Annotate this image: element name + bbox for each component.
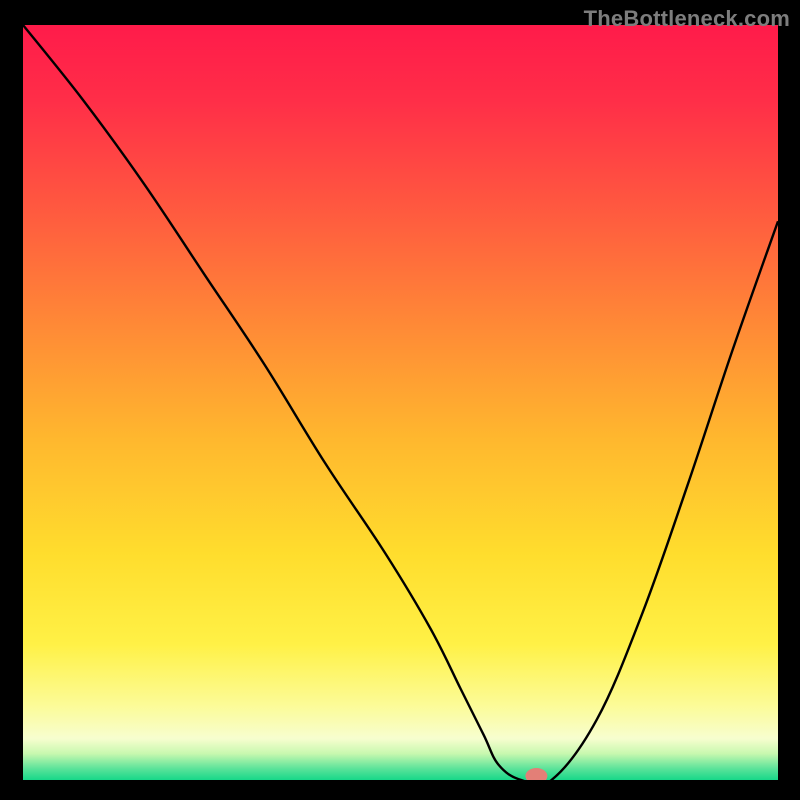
plot-area <box>23 25 778 780</box>
gradient-background <box>23 25 778 780</box>
bottleneck-chart <box>23 25 778 780</box>
chart-frame: TheBottleneck.com <box>0 0 800 800</box>
watermark-text: TheBottleneck.com <box>584 6 790 32</box>
